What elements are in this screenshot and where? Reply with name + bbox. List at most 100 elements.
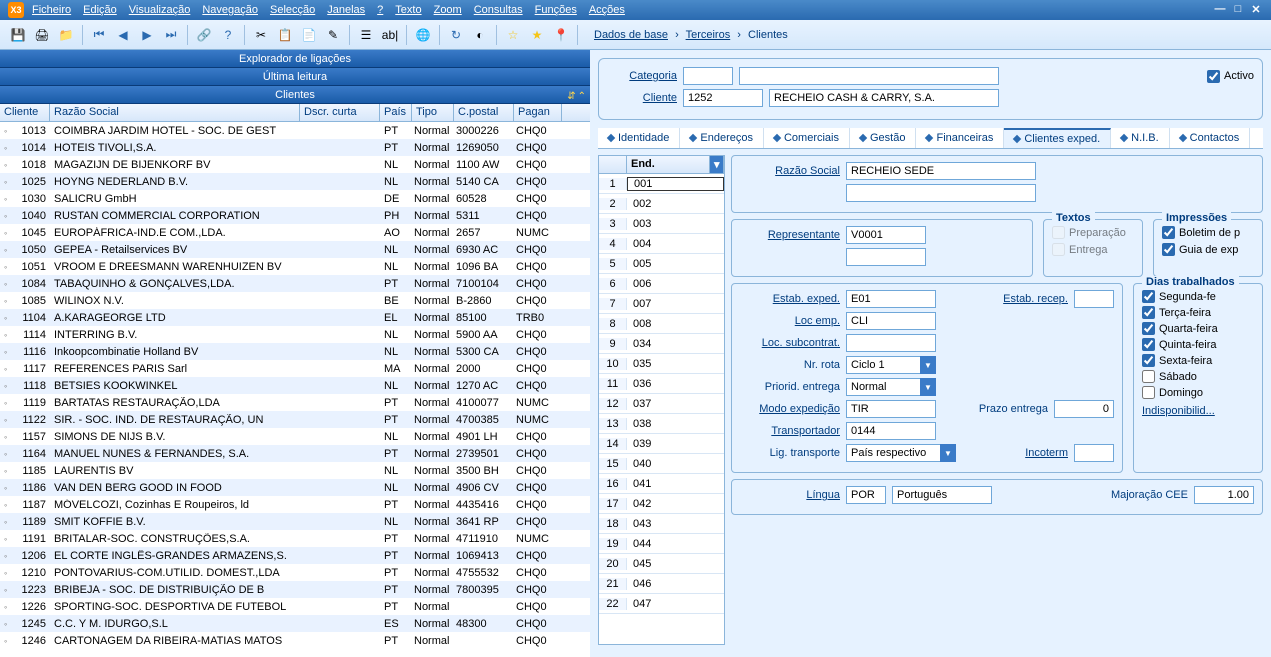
- categoria-label[interactable]: Categoria: [607, 70, 677, 82]
- menu-seleco[interactable]: Selecção: [270, 4, 315, 16]
- address-row[interactable]: 5005: [599, 254, 724, 274]
- lingua-label[interactable]: Língua: [740, 489, 840, 501]
- address-row[interactable]: 9034: [599, 334, 724, 354]
- table-row[interactable]: ◦1014HOTEIS TIVOLI,S.A.PTNormal1269050CH…: [0, 139, 590, 156]
- tab-identidade[interactable]: Identidade: [598, 128, 680, 148]
- next-icon[interactable]: ▶: [137, 25, 157, 45]
- addr-col-num[interactable]: [599, 156, 627, 173]
- maximize-icon[interactable]: □: [1231, 3, 1245, 17]
- globe-icon[interactable]: 🌐: [413, 25, 433, 45]
- majoracao-input[interactable]: [1194, 486, 1254, 504]
- tab-gesto[interactable]: Gestão: [850, 128, 916, 148]
- table-row[interactable]: ◦1223BRIBEJA - SOC. DE DISTRIBUIÇÃO DE B…: [0, 581, 590, 598]
- boletim-checkbox[interactable]: Boletim de p: [1162, 226, 1254, 239]
- loc-emp-label[interactable]: Loc emp.: [740, 315, 840, 327]
- last-icon[interactable]: ⏭: [161, 25, 181, 45]
- table-row[interactable]: ◦1030SALICRU GmbHDENormal60528CHQ0: [0, 190, 590, 207]
- chevron-down-icon[interactable]: ▼: [920, 356, 936, 374]
- representante-2-input[interactable]: [846, 248, 926, 266]
- address-row[interactable]: 19044: [599, 534, 724, 554]
- address-row[interactable]: 17042: [599, 494, 724, 514]
- col-pais[interactable]: País: [380, 104, 412, 121]
- collapse-icon[interactable]: ⇵: [567, 88, 575, 106]
- menu-[interactable]: ?: [377, 4, 383, 16]
- cliente-label[interactable]: Cliente: [607, 92, 677, 104]
- table-row[interactable]: ◦1040RUSTAN COMMERCIAL CORPORATIONPHNorm…: [0, 207, 590, 224]
- tab-nib[interactable]: N.I.B.: [1111, 128, 1170, 148]
- address-row[interactable]: 15040: [599, 454, 724, 474]
- breadcrumb-terceiros[interactable]: Terceiros: [686, 29, 731, 41]
- chevron-down-icon[interactable]: ▼: [920, 378, 936, 396]
- loc-subcontrat-label[interactable]: Loc. subcontrat.: [740, 337, 840, 349]
- address-row[interactable]: 16041: [599, 474, 724, 494]
- loc-subcontrat-input[interactable]: [846, 334, 936, 352]
- table-row[interactable]: ◦1085WILINOX N.V.BENormalB-2860CHQ0: [0, 292, 590, 309]
- dia-checkbox[interactable]: Sexta-feira: [1142, 354, 1254, 367]
- estab-recep-input[interactable]: [1074, 290, 1114, 308]
- loc-emp-input[interactable]: [846, 312, 936, 330]
- minimize-icon[interactable]: —: [1213, 3, 1227, 17]
- print-icon[interactable]: 🖨: [32, 25, 52, 45]
- address-row[interactable]: 10035: [599, 354, 724, 374]
- table-row[interactable]: ◦1025HOYNG NEDERLAND B.V.NLNormal5140 CA…: [0, 173, 590, 190]
- menu-zoom[interactable]: Zoom: [434, 4, 462, 16]
- col-cliente[interactable]: Cliente: [0, 104, 50, 121]
- table-row[interactable]: ◦1210PONTOVARIUS-COM.UTILID. DOMEST.,LDA…: [0, 564, 590, 581]
- indisponibilidade-link[interactable]: Indisponibilid...: [1142, 405, 1215, 417]
- table-row[interactable]: ◦1104A.KARAGEORGE LTDELNormal85100TRB0: [0, 309, 590, 326]
- menu-funes[interactable]: Funções: [535, 4, 577, 16]
- activo-checkbox[interactable]: Activo: [1207, 70, 1254, 83]
- address-row[interactable]: 14039: [599, 434, 724, 454]
- menu-visualizao[interactable]: Visualização: [129, 4, 191, 16]
- explorador-header[interactable]: Explorador de ligações: [0, 50, 590, 68]
- menu-ficheiro[interactable]: Ficheiro: [32, 4, 71, 16]
- estab-recep-label[interactable]: Estab. recep.: [968, 293, 1068, 305]
- categoria-input[interactable]: [683, 67, 733, 85]
- dia-checkbox[interactable]: Terça-feira: [1142, 306, 1254, 319]
- table-row[interactable]: ◦1045EUROPÁFRICA-IND.E COM.,LDA.AONormal…: [0, 224, 590, 241]
- transportador-label[interactable]: Transportador: [740, 425, 840, 437]
- dia-checkbox[interactable]: Domingo: [1142, 386, 1254, 399]
- menu-navegao[interactable]: Navegação: [202, 4, 258, 16]
- address-row[interactable]: 2002: [599, 194, 724, 214]
- prev-icon[interactable]: ◀: [113, 25, 133, 45]
- razao-social-input[interactable]: [846, 162, 1036, 180]
- close-icon[interactable]: ✕: [1249, 3, 1263, 17]
- incoterm-label[interactable]: Incoterm: [968, 447, 1068, 459]
- representante-input[interactable]: [846, 226, 926, 244]
- table-row[interactable]: ◦1013COIMBRA JARDIM HOTEL - SOC. DE GEST…: [0, 122, 590, 139]
- cliente-code-input[interactable]: [683, 89, 763, 107]
- addr-dropdown-icon[interactable]: ▾: [710, 156, 724, 173]
- address-row[interactable]: 1001: [599, 174, 724, 194]
- expand-icon[interactable]: ⌃: [578, 88, 586, 106]
- cut-icon[interactable]: ✂: [251, 25, 271, 45]
- addr-col-end[interactable]: End.: [627, 156, 710, 173]
- table-row[interactable]: ◦1114INTERRING B.V.NLNormal5900 AACHQ0: [0, 326, 590, 343]
- table-row[interactable]: ◦1116Inkoopcombinatie Holland BVNLNormal…: [0, 343, 590, 360]
- table-row[interactable]: ◦1157SIMONS DE NIJS B.V.NLNormal4901 LHC…: [0, 428, 590, 445]
- first-icon[interactable]: ⏮: [89, 25, 109, 45]
- copy-icon[interactable]: 📋: [275, 25, 295, 45]
- star-icon[interactable]: ★: [527, 25, 547, 45]
- tab-comerciais[interactable]: Comerciais: [764, 128, 850, 148]
- tab-endereos[interactable]: Endereços: [680, 128, 764, 148]
- table-row[interactable]: ◦1186VAN DEN BERG GOOD IN FOODNLNormal49…: [0, 479, 590, 496]
- table-row[interactable]: ◦1119BARTATAS RESTAURAÇÃO,LDAPTNormal410…: [0, 394, 590, 411]
- lingua-name-input[interactable]: [892, 486, 992, 504]
- table-row[interactable]: ◦1164MANUEL NUNES & FERNANDES, S.A.PTNor…: [0, 445, 590, 462]
- guia-checkbox[interactable]: Guia de exp: [1162, 243, 1254, 256]
- dia-checkbox[interactable]: Quinta-feira: [1142, 338, 1254, 351]
- cliente-name-input[interactable]: [769, 89, 999, 107]
- address-row[interactable]: 18043: [599, 514, 724, 534]
- clientes-header[interactable]: Clientes ⇵ ⌃: [0, 86, 590, 104]
- breadcrumb-base[interactable]: Dados de base: [594, 29, 668, 41]
- address-row[interactable]: 6006: [599, 274, 724, 294]
- grid-body[interactable]: ◦1013COIMBRA JARDIM HOTEL - SOC. DE GEST…: [0, 122, 590, 657]
- categoria-desc-input[interactable]: [739, 67, 999, 85]
- razao-social-label[interactable]: Razão Social: [740, 165, 840, 177]
- transportador-input[interactable]: [846, 422, 936, 440]
- razao-social-2-input[interactable]: [846, 184, 1036, 202]
- tab-financeiras[interactable]: Financeiras: [916, 128, 1004, 148]
- modo-exped-label[interactable]: Modo expedição: [740, 403, 840, 415]
- address-row[interactable]: 22047: [599, 594, 724, 614]
